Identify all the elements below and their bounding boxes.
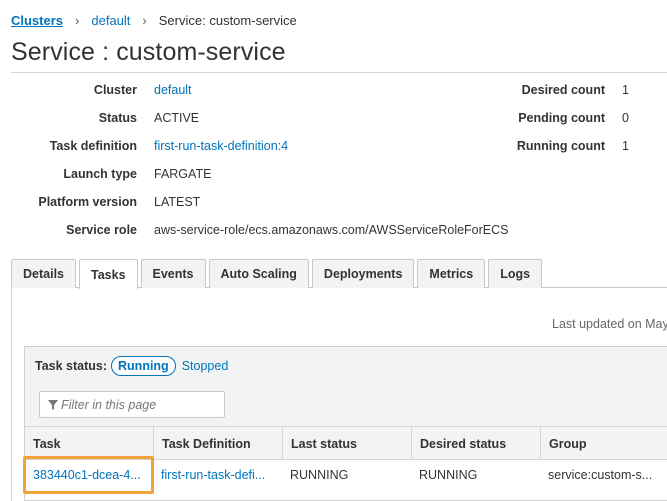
tasks-panel: Task status: Running Stopped Filter in t… <box>24 346 667 501</box>
filter-icon <box>48 399 58 410</box>
detail-row-platform-version: Platform version LATEST <box>0 193 667 211</box>
breadcrumb-current: Service: custom-service <box>158 12 297 28</box>
desired-status-cell: RUNNING <box>419 468 478 482</box>
detail-label: Desired count <box>521 83 605 97</box>
detail-row-service-role: Service role aws-service-role/ecs.amazon… <box>0 221 667 239</box>
running-count-value: 1 <box>622 139 629 153</box>
tab-deployments[interactable]: Deployments <box>311 259 415 288</box>
group-cell: service:custom-s... <box>548 468 653 482</box>
column-header-task[interactable]: Task <box>25 427 153 461</box>
service-role-value: aws-service-role/ecs.amazonaws.com/AWSSe… <box>154 223 509 237</box>
column-header-last-status[interactable]: Last status <box>282 427 411 461</box>
breadcrumb-cluster-default-link[interactable]: default <box>91 13 130 28</box>
tab-events[interactable]: Events <box>140 259 206 288</box>
table-row: 383440c1-dcea-4... first-run-task-defi..… <box>25 460 667 490</box>
tab-metrics[interactable]: Metrics <box>417 259 486 288</box>
last-status-cell: RUNNING <box>290 468 349 482</box>
tab-logs[interactable]: Logs <box>488 259 543 288</box>
breadcrumb: Clusters › default › Service: custom-ser… <box>11 11 297 29</box>
detail-label: Running count <box>516 139 605 153</box>
detail-label: Launch type <box>63 167 137 181</box>
task-id-link[interactable]: 383440c1-dcea-4... <box>25 460 153 490</box>
pending-count-value: 0 <box>622 111 629 125</box>
detail-row-running-count: Running count 1 <box>0 137 667 155</box>
tab-details[interactable]: Details <box>11 259 76 288</box>
filter-placeholder: Filter in this page <box>61 397 157 412</box>
tab-tasks[interactable]: Tasks <box>79 259 138 289</box>
column-header-task-definition[interactable]: Task Definition <box>153 427 282 461</box>
table-header: Task Task Definition Last status Desired… <box>25 426 667 461</box>
column-header-group[interactable]: Group <box>540 427 667 461</box>
detail-label: Platform version <box>38 195 137 209</box>
status-stopped-button[interactable]: Stopped <box>182 359 229 373</box>
detail-row-pending-count: Pending count 0 <box>0 109 667 127</box>
task-definition-cell-link[interactable]: first-run-task-defi... <box>153 460 279 490</box>
status-running-button[interactable]: Running <box>111 356 176 376</box>
launch-type-value: FARGATE <box>154 167 212 181</box>
tab-panel-border <box>11 287 12 501</box>
breadcrumb-clusters-link[interactable]: Clusters <box>11 13 63 28</box>
detail-label: Service role <box>66 223 137 237</box>
breadcrumb-separator: › <box>75 12 80 28</box>
platform-version-value: LATEST <box>154 195 201 209</box>
task-status-label: Task status: <box>35 359 108 373</box>
title-divider <box>11 72 667 73</box>
filter-input[interactable]: Filter in this page <box>39 391 225 418</box>
detail-label: Pending count <box>518 111 605 125</box>
tab-auto-scaling[interactable]: Auto Scaling <box>208 259 309 288</box>
desired-count-value: 1 <box>622 83 629 97</box>
page-title: Service : custom-service <box>11 38 286 66</box>
detail-row-desired-count: Desired count 1 <box>0 81 667 99</box>
service-tabs: Details Tasks Events Auto Scaling Deploy… <box>11 259 545 289</box>
last-updated-text: Last updated on May <box>552 317 667 331</box>
detail-row-launch-type: Launch type FARGATE <box>0 165 667 183</box>
column-header-desired-status[interactable]: Desired status <box>411 427 540 461</box>
task-status-filter: Task status: Running Stopped <box>35 356 228 376</box>
breadcrumb-separator: › <box>142 12 147 28</box>
